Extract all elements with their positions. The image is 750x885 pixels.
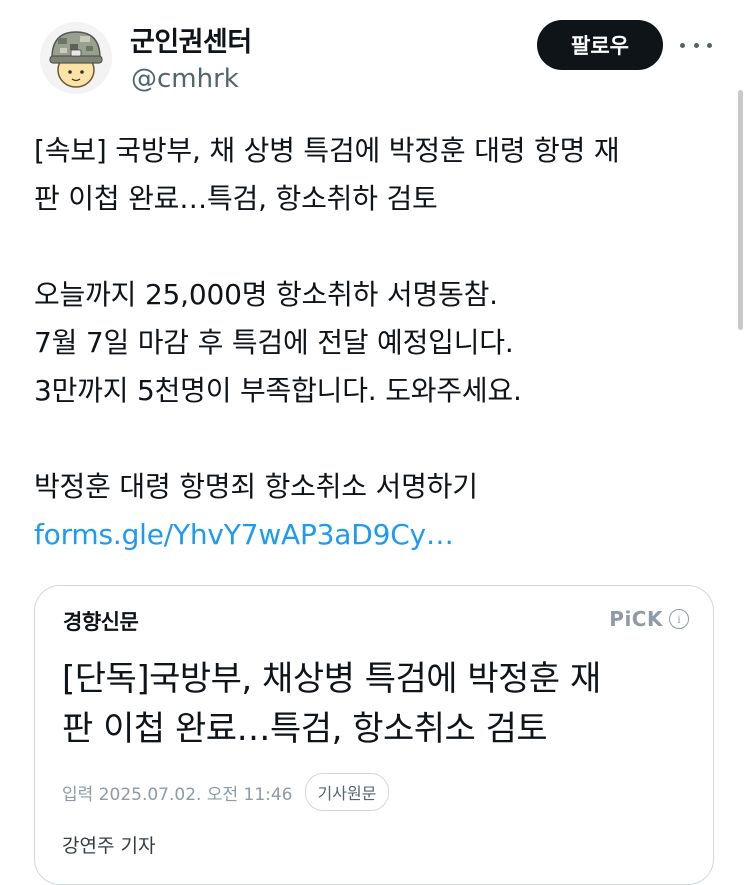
dot-icon	[680, 42, 685, 48]
dot-icon	[707, 42, 712, 48]
headline-line: 판 이첩 완료…특검, 항소취소 검토	[62, 709, 548, 749]
article-headline[interactable]: [단독]국방부, 채상병 특검에 박정훈 재 판 이첩 완료…특검, 항소취소 …	[62, 654, 702, 754]
signature-form-link[interactable]: forms.gle/YhvY7wAP3aD9Cy…	[34, 511, 704, 559]
tweet-line: [속보] 국방부, 채 상병 특검에 박정훈 대령 항명 재	[34, 134, 620, 167]
info-icon[interactable]: i	[669, 609, 689, 629]
scrollbar[interactable]	[738, 90, 743, 330]
tweet-line: 오늘까지 25,000명 항소취하 서명동참.	[34, 278, 498, 311]
display-name[interactable]: 군인권센터	[130, 20, 252, 59]
more-options-icon[interactable]	[680, 30, 712, 60]
tweet-line: 판 이첩 완료…특검, 항소취하 검토	[34, 182, 438, 215]
follow-button[interactable]: 팔로우	[537, 20, 663, 70]
dot-icon	[693, 42, 699, 48]
tweet-line: 3만까지 5천명이 부족합니다. 도와주세요.	[34, 374, 522, 407]
tweet-line: 박정훈 대령 항명죄 항소취소 서명하기	[34, 470, 478, 503]
pick-label: PiCK	[609, 607, 663, 631]
soldier-helmet-icon	[40, 22, 112, 94]
tweet-line: 7월 7일 마감 후 특검에 전달 예정입니다.	[34, 326, 514, 359]
article-date: 입력 2025.07.02. 오전 11:46	[62, 784, 293, 805]
tweet-header: 군인권센터 @cmhrk 팔로우	[0, 0, 750, 110]
reporter-name: 강연주 기자	[62, 835, 156, 857]
news-link-card[interactable]: 경향신문 PiCK i [단독]국방부, 채상병 특검에 박정훈 재 판 이첩 …	[34, 585, 714, 885]
article-meta: 입력 2025.07.02. 오전 11:46 기사원문	[62, 773, 390, 811]
publisher-name: 경향신문	[63, 610, 139, 634]
avatar[interactable]	[40, 22, 112, 94]
pick-badge: PiCK i	[609, 607, 689, 631]
tweet-text: [속보] 국방부, 채 상병 특검에 박정훈 대령 항명 재 판 이첩 완료…특…	[34, 127, 704, 559]
headline-line: [단독]국방부, 채상병 특검에 박정훈 재	[62, 659, 601, 699]
original-article-button[interactable]: 기사원문	[304, 773, 390, 811]
user-handle[interactable]: @cmhrk	[131, 64, 239, 94]
